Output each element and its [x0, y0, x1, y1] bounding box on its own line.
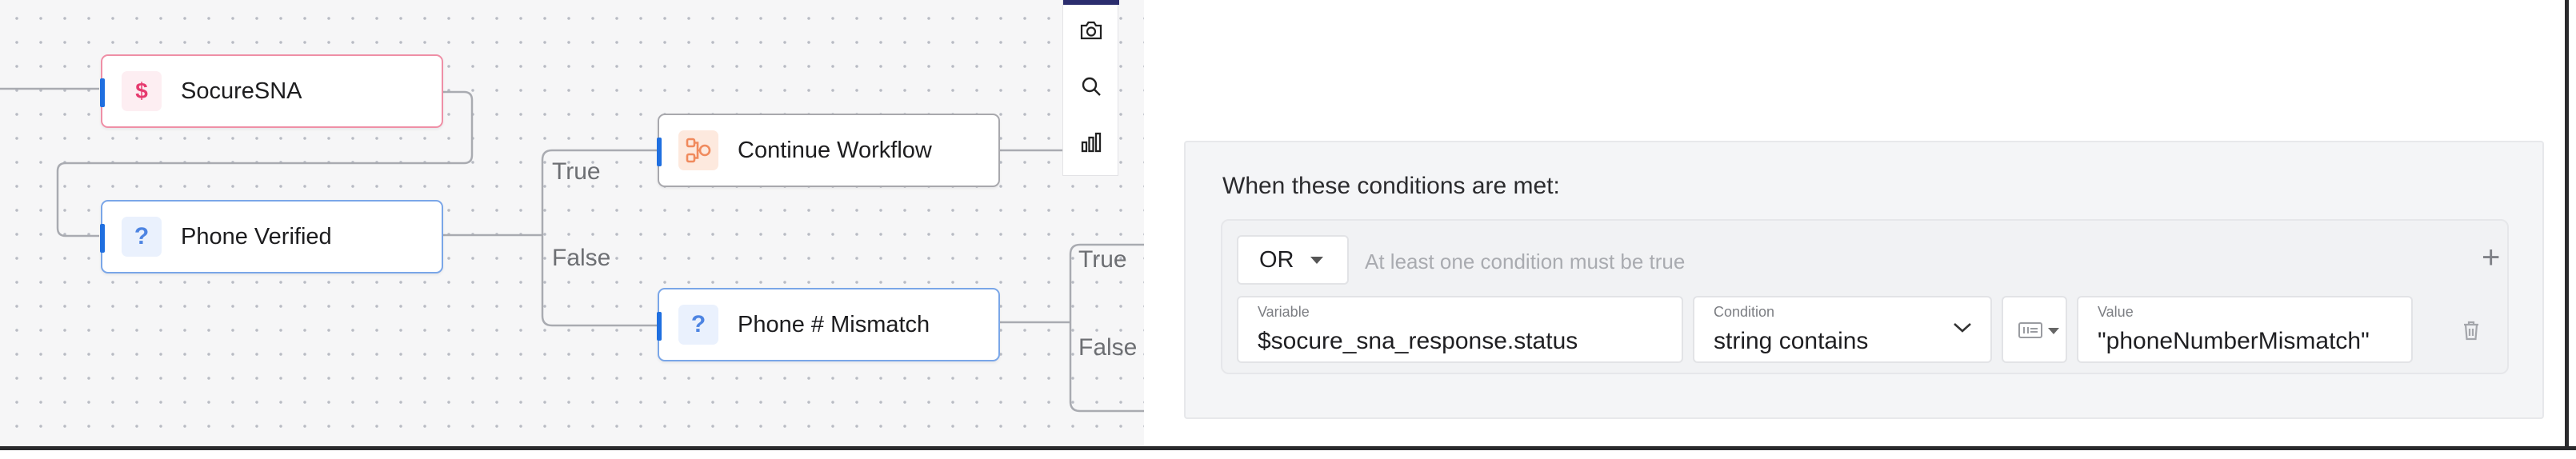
trash-icon[interactable]	[2458, 317, 2485, 344]
node-label: Continue Workflow	[738, 137, 932, 163]
text-type-icon	[2018, 322, 2042, 338]
variable-value: $socure_sna_response.status	[1258, 328, 1578, 354]
node-label: Phone # Mismatch	[738, 311, 930, 337]
chevron-down-icon	[1954, 323, 1971, 333]
conditions-panel: When these conditions are met: OR At lea…	[1184, 141, 2544, 419]
camera-icon[interactable]	[1072, 11, 1110, 50]
variable-field[interactable]: Variable $socure_sna_response.status	[1237, 296, 1683, 363]
workflow-canvas[interactable]: $ SocureSNA ? Phone Verified Continue Wo…	[0, 0, 1144, 446]
node-socure-sna[interactable]: $ SocureSNA	[100, 54, 443, 128]
chart-icon[interactable]	[1072, 123, 1110, 162]
question-mark-icon: ?	[678, 305, 718, 345]
input-port[interactable]	[657, 312, 662, 341]
search-icon[interactable]	[1072, 67, 1110, 106]
node-phone-verified[interactable]: ? Phone Verified	[100, 200, 443, 273]
conditions-title: When these conditions are met:	[1222, 173, 1560, 199]
node-label: SocureSNA	[181, 78, 302, 104]
condition-value: string contains	[1714, 328, 1869, 354]
operator-value: OR	[1259, 246, 1294, 273]
caret-down-icon	[2048, 328, 2059, 334]
value-label: Value	[2098, 304, 2134, 320]
condition-label: Condition	[1714, 304, 1775, 320]
node-phone-mismatch[interactable]: ? Phone # Mismatch	[657, 288, 1000, 361]
canvas-toolbar	[1062, 0, 1119, 176]
value-type-select[interactable]	[2002, 296, 2067, 363]
input-port[interactable]	[100, 78, 105, 107]
branch-label-true: True	[552, 158, 601, 185]
node-label: Phone Verified	[181, 223, 332, 249]
dollar-sign-icon: $	[122, 71, 162, 111]
question-mark-icon: ?	[122, 217, 162, 257]
branch-label-false: False	[1078, 334, 1138, 361]
logic-operator-select[interactable]: OR	[1237, 235, 1349, 285]
add-condition-button[interactable]: +	[2482, 241, 2500, 273]
branch-label-false: False	[552, 245, 611, 271]
condition-group: OR At least one condition must be true +…	[1221, 219, 2509, 374]
caret-down-icon	[1310, 256, 1323, 264]
branch-label-true: True	[1078, 246, 1127, 273]
value-field[interactable]: Value "phoneNumberMismatch"	[2077, 296, 2413, 363]
frame-border-right	[2565, 0, 2569, 450]
toolbar-accent	[1063, 0, 1119, 5]
frame-border-bottom	[0, 446, 2576, 450]
condition-select[interactable]: Condition string contains	[1693, 296, 1992, 363]
variable-label: Variable	[1258, 304, 1310, 320]
workflow-icon	[678, 130, 718, 170]
operator-hint: At least one condition must be true	[1365, 249, 1686, 273]
input-port[interactable]	[657, 138, 662, 166]
node-continue-workflow[interactable]: Continue Workflow	[657, 114, 1000, 187]
input-port[interactable]	[100, 224, 105, 253]
value-input: "phoneNumberMismatch"	[2098, 328, 2370, 354]
